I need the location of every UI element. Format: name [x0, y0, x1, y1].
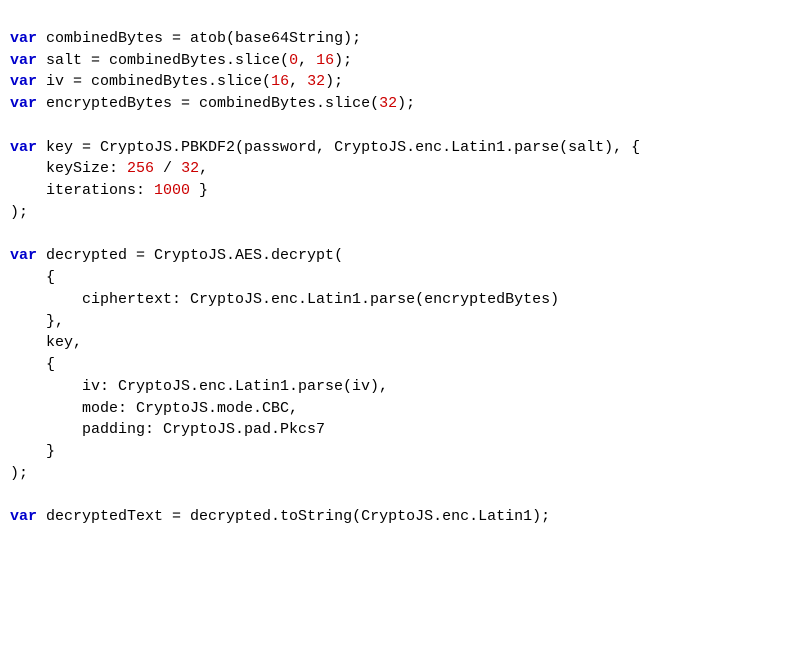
number-token: 256	[127, 160, 154, 177]
text-token: ,	[199, 160, 208, 177]
text-token: );	[10, 204, 28, 221]
code-line: padding: CryptoJS.pad.Pkcs7	[10, 419, 786, 441]
code-line	[10, 115, 786, 137]
text-token: mode: CryptoJS.mode.CBC,	[10, 400, 298, 417]
keyword-token: var	[10, 247, 46, 264]
code-line: var combinedBytes = atob(base64String);	[10, 28, 786, 50]
code-line: var decryptedText = decrypted.toString(C…	[10, 506, 786, 528]
number-token: 1000	[154, 182, 190, 199]
keyword-token: var	[10, 52, 46, 69]
text-token: padding: CryptoJS.pad.Pkcs7	[10, 421, 325, 438]
code-line: ciphertext: CryptoJS.enc.Latin1.parse(en…	[10, 289, 786, 311]
code-line: {	[10, 354, 786, 376]
code-line: var salt = combinedBytes.slice(0, 16);	[10, 50, 786, 72]
text-token: decrypted = CryptoJS.AES.decrypt(	[46, 247, 343, 264]
code-line: key,	[10, 332, 786, 354]
text-token: salt = combinedBytes.slice(	[46, 52, 289, 69]
text-token: key = CryptoJS.PBKDF2(password, CryptoJS…	[46, 139, 640, 156]
code-line: iterations: 1000 }	[10, 180, 786, 202]
code-line	[10, 485, 786, 507]
number-token: 32	[307, 73, 325, 90]
text-token: },	[10, 313, 64, 330]
text-token: encryptedBytes = combinedBytes.slice(	[46, 95, 379, 112]
text-token: iv: CryptoJS.enc.Latin1.parse(iv),	[10, 378, 388, 395]
code-line: var key = CryptoJS.PBKDF2(password, Cryp…	[10, 137, 786, 159]
code-line: mode: CryptoJS.mode.CBC,	[10, 398, 786, 420]
text-token: ciphertext: CryptoJS.enc.Latin1.parse(en…	[10, 291, 559, 308]
text-token: ,	[289, 73, 307, 90]
text-token: );	[397, 95, 415, 112]
number-token: 16	[316, 52, 334, 69]
number-token: 0	[289, 52, 298, 69]
text-token: }	[10, 443, 55, 460]
keyword-token: var	[10, 73, 46, 90]
text-token: keySize:	[10, 160, 127, 177]
code-line: );	[10, 202, 786, 224]
text-token: /	[154, 160, 181, 177]
number-token: 32	[379, 95, 397, 112]
code-line: var encryptedBytes = combinedBytes.slice…	[10, 93, 786, 115]
keyword-token: var	[10, 95, 46, 112]
text-token: iterations:	[10, 182, 154, 199]
code-line: {	[10, 267, 786, 289]
code-line: },	[10, 311, 786, 333]
code-line: iv: CryptoJS.enc.Latin1.parse(iv),	[10, 376, 786, 398]
text-token: {	[10, 269, 55, 286]
text-token: }	[190, 182, 208, 199]
text-token: combinedBytes = atob(base64String);	[46, 30, 361, 47]
text-token: );	[325, 73, 343, 90]
keyword-token: var	[10, 139, 46, 156]
text-token: );	[10, 465, 28, 482]
number-token: 32	[181, 160, 199, 177]
code-line: }	[10, 441, 786, 463]
code-line: keySize: 256 / 32,	[10, 158, 786, 180]
text-token: {	[10, 356, 55, 373]
text-token: );	[334, 52, 352, 69]
code-block: var combinedBytes = atob(base64String);v…	[10, 28, 786, 528]
keyword-token: var	[10, 30, 46, 47]
text-token: key,	[10, 334, 82, 351]
code-line: var iv = combinedBytes.slice(16, 32);	[10, 71, 786, 93]
text-token: decryptedText = decrypted.toString(Crypt…	[46, 508, 550, 525]
code-line: var decrypted = CryptoJS.AES.decrypt(	[10, 245, 786, 267]
code-line: );	[10, 463, 786, 485]
keyword-token: var	[10, 508, 46, 525]
code-line	[10, 224, 786, 246]
number-token: 16	[271, 73, 289, 90]
text-token: iv = combinedBytes.slice(	[46, 73, 271, 90]
text-token: ,	[298, 52, 316, 69]
